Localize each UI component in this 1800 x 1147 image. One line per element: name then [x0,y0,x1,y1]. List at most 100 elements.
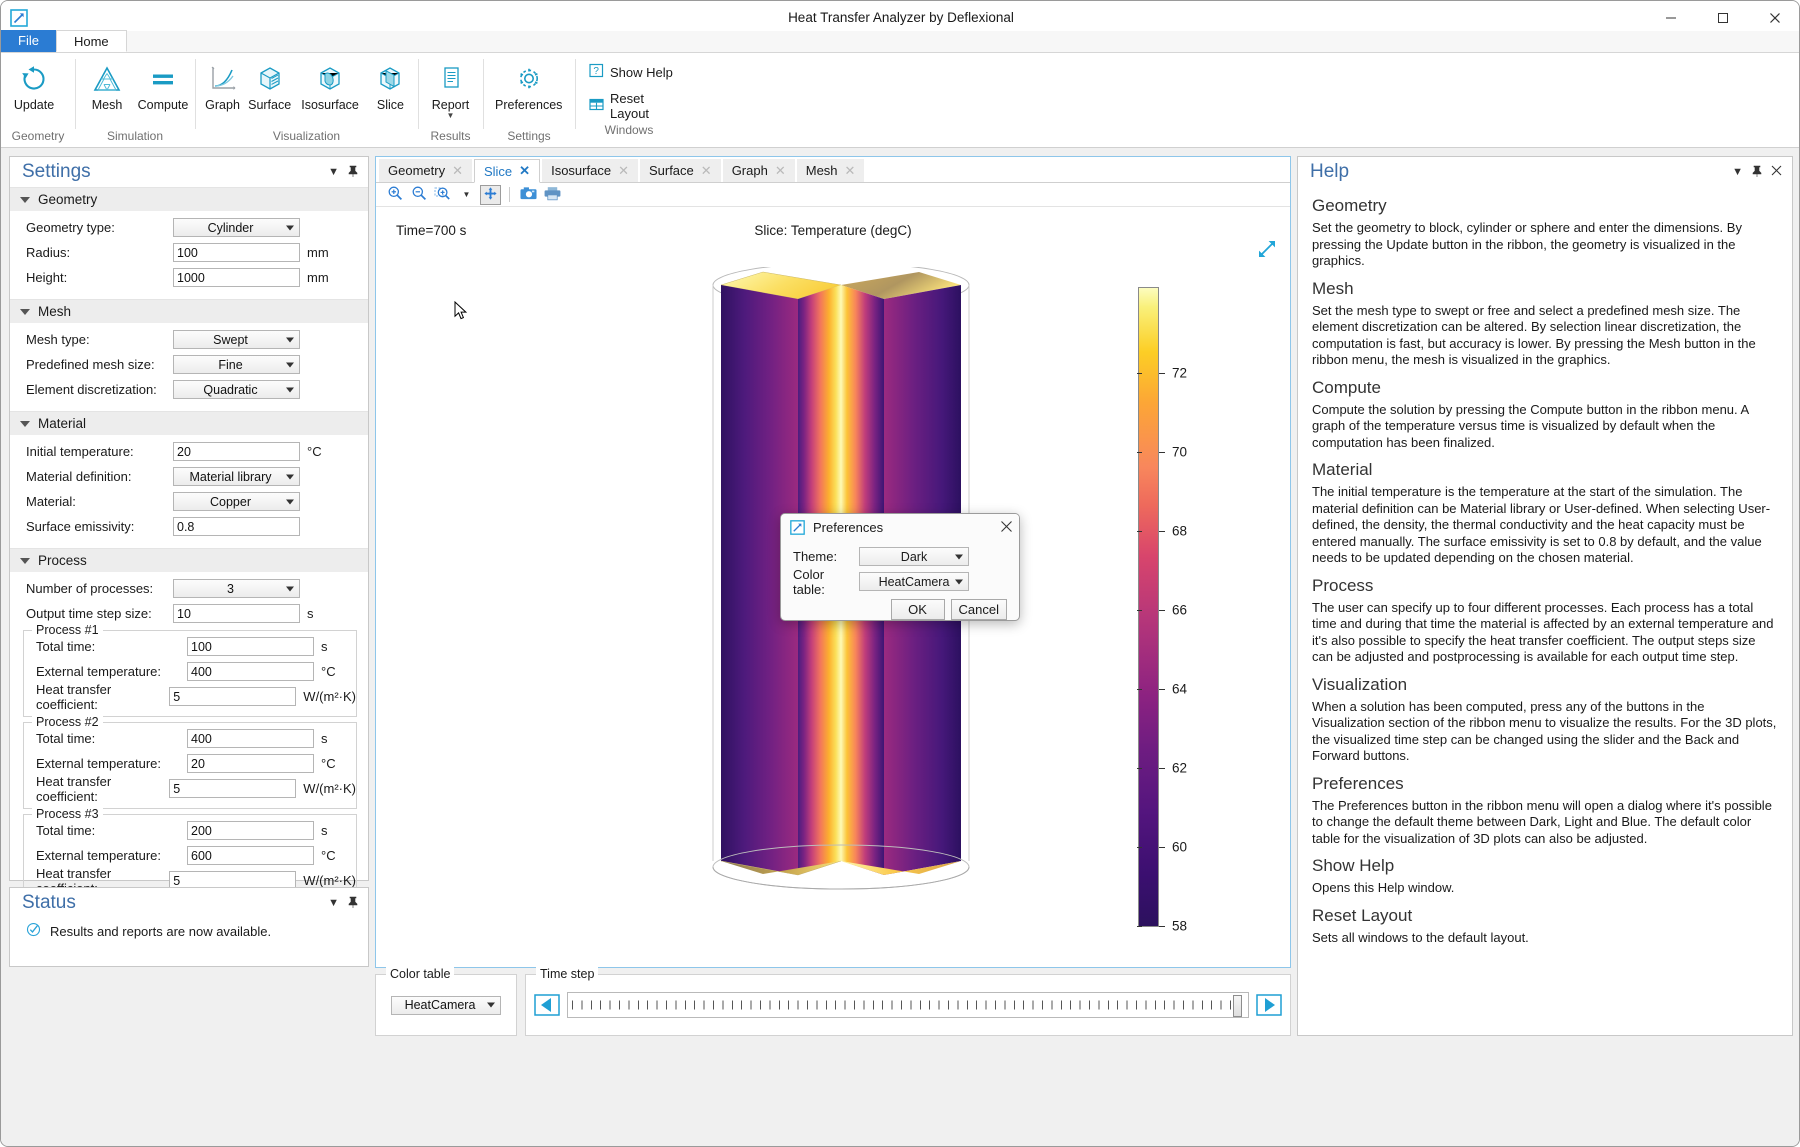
app-logo-icon [790,520,805,535]
surface-button[interactable]: Surface [246,58,293,114]
dialog-close-button[interactable] [1000,520,1013,536]
compute-button[interactable]: Compute [135,58,191,114]
tab-graph[interactable]: Graph ✕ [722,159,795,182]
close-icon[interactable]: ✕ [618,163,629,179]
geometry-type-select[interactable]: Cylinder [173,218,300,237]
p3-total-time-input[interactable] [187,821,314,840]
preferences-button[interactable]: Preferences [487,58,570,114]
close-icon[interactable]: ✕ [701,163,712,179]
close-icon[interactable]: ✕ [452,163,463,179]
chevron-down-icon [487,1002,495,1008]
close-button[interactable] [1749,1,1799,35]
unit-label: s [321,639,328,654]
p3-external-temperature-input[interactable] [187,846,314,865]
p1-heat-transfer-coefficient-input[interactable] [169,687,297,706]
zoom-out-button[interactable] [408,185,429,205]
help-panel-title: Help [1310,161,1350,182]
unit-label: °C [321,756,336,771]
tab-isosurface[interactable]: Isosurface ✕ [542,159,638,182]
tab-surface[interactable]: Surface ✕ [639,159,721,182]
zoom-dropdown-button[interactable]: ▼ [456,185,477,205]
chevron-down-icon[interactable]: ▼ [447,112,455,120]
show-help-button[interactable]: ? Show Help [585,61,677,83]
p1-external-temperature-input[interactable] [187,662,314,681]
section-header-process[interactable]: Process [10,548,368,572]
ok-button[interactable]: OK [890,599,945,620]
isosurface-button[interactable]: Isosurface [293,58,367,114]
p1-total-time-input[interactable] [187,637,314,656]
chevron-down-icon[interactable]: ▼ [1732,166,1743,178]
preferences-dialog: Preferences Theme: Dark Color table: Hea… [780,513,1020,621]
cancel-button[interactable]: Cancel [950,599,1007,620]
step-forward-button[interactable] [1256,993,1282,1017]
print-button[interactable] [542,185,563,205]
colorbar: 72 70 68 66 64 62 60 58 [1137,287,1248,934]
camera-button[interactable] [518,185,539,205]
surface-emissivity-input[interactable] [173,517,300,536]
minimize-button[interactable] [1645,1,1697,35]
zoom-extents-button[interactable] [480,184,501,205]
maximize-button[interactable] [1697,1,1749,35]
row-label: Heat transfer coefficient: [36,773,112,804]
slice-button[interactable]: Slice [367,58,414,114]
colorbar-tick-label: 60 [1172,839,1188,855]
material-value: Copper [210,494,251,509]
mesh-type-select[interactable]: Swept [173,330,300,349]
pin-icon[interactable] [1752,165,1762,180]
graph-button[interactable]: Graph [199,58,246,114]
pin-icon[interactable] [348,896,358,911]
p2-total-time-input[interactable] [187,729,314,748]
ribbon-tab-home[interactable]: Home [55,30,127,52]
zoom-in-button[interactable] [384,185,405,205]
p2-external-temperature-input[interactable] [187,754,314,773]
p2-heat-transfer-coefficient-input[interactable] [169,779,297,798]
colorbar-tick-label: 62 [1172,760,1188,776]
time-step-slider[interactable] [567,992,1249,1018]
row-label: Initial temperature: [26,444,134,459]
unit-label: mm [307,270,329,285]
number-of-processes-select[interactable]: 3 [173,579,300,598]
time-step-group: Time step [525,967,1291,1036]
section-header-geometry[interactable]: Geometry [10,187,368,211]
tab-geometry[interactable]: Geometry ✕ [379,159,472,182]
graph-icon [208,63,238,95]
tab-mesh[interactable]: Mesh ✕ [796,159,865,182]
slider-thumb[interactable] [1233,995,1242,1017]
expand-arrow-icon[interactable] [1257,239,1277,262]
color-table-select[interactable]: HeatCamera [391,995,501,1015]
mesh-button[interactable]: Mesh [79,58,135,114]
chevron-down-icon[interactable]: ▼ [328,166,339,178]
section-body-process: Number of processes: 3 Output time step … [10,572,368,911]
material-definition-select[interactable]: Material library [173,467,300,486]
help-text-mesh: Set the mesh type to swept or free and s… [1312,302,1756,368]
section-header-mesh[interactable]: Mesh [10,299,368,323]
close-icon[interactable] [1771,165,1782,179]
row-p1-external-temperature: External temperature: °C [24,660,356,683]
step-back-button[interactable] [534,993,560,1017]
height-input[interactable] [173,268,300,287]
help-heading-visualization: Visualization [1312,674,1408,694]
pin-icon[interactable] [348,165,358,180]
unit-label: s [321,823,328,838]
section-header-material[interactable]: Material [10,411,368,435]
material-select[interactable]: Copper [173,492,300,511]
help-heading-mesh: Mesh [1312,278,1354,298]
initial-temperature-input[interactable] [173,442,300,461]
update-button[interactable]: Update [5,58,63,114]
close-icon[interactable]: ✕ [845,163,856,179]
output-time-step-size-input[interactable] [173,604,300,623]
tab-slice[interactable]: Slice ✕ [473,159,541,183]
ribbon-tab-file[interactable]: File [1,30,56,52]
predefined-mesh-size-select[interactable]: Fine [173,355,300,374]
zoom-box-button[interactable] [432,185,453,205]
color-table-group: Color table HeatCamera [375,967,517,1036]
close-icon[interactable]: ✕ [775,163,786,179]
chevron-down-icon[interactable]: ▼ [328,897,339,909]
report-button[interactable]: Report ▼ [422,58,479,121]
close-icon[interactable]: ✕ [519,163,530,179]
reset-layout-button[interactable]: Reset Layout [585,89,677,123]
element-discretization-select[interactable]: Quadratic [173,380,300,399]
radius-input[interactable] [173,243,300,262]
theme-select[interactable]: Dark [859,547,969,566]
dialog-color-table-select[interactable]: HeatCamera [859,572,969,591]
